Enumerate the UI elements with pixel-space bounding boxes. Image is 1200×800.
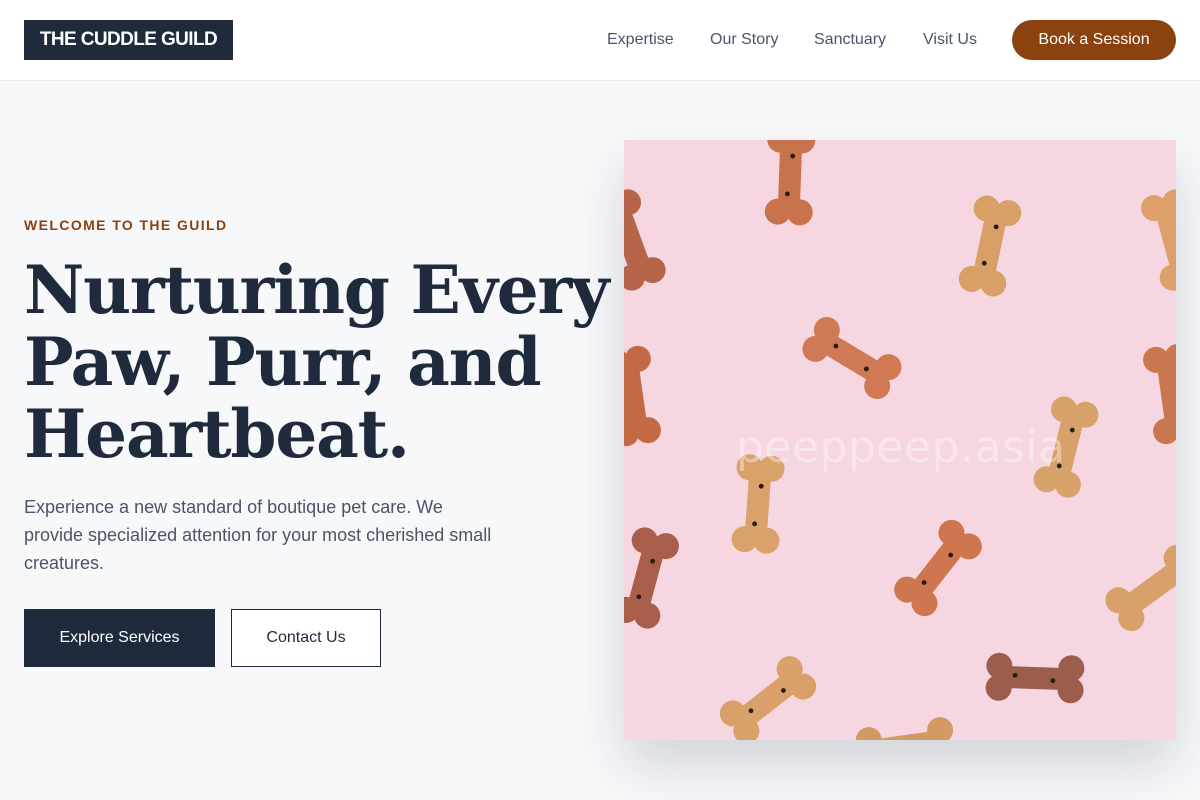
nav-link-our-story[interactable]: Our Story [710,30,778,50]
site-logo[interactable]: THE CUDDLE GUILD [24,20,233,60]
nav-link-expertise[interactable]: Expertise [607,30,674,50]
headline-line: Nurturing Every [24,251,609,329]
headline-line: Heartbeat. [24,395,410,473]
hero-eyebrow: WELCOME TO THE GUILD [24,217,228,233]
headline-line: Paw, Purr, and [24,323,542,401]
hero-headline: Nurturing Every Paw, Purr, and Heartbeat… [24,251,609,473]
top-nav: THE CUDDLE GUILD Expertise Our Story San… [0,0,1200,81]
hero-description: Experience a new standard of boutique pe… [24,497,492,573]
contact-us-button[interactable]: Contact Us [231,609,381,667]
explore-services-button[interactable]: Explore Services [24,609,215,667]
book-session-button[interactable]: Book a Session [1012,20,1176,60]
nav-link-sanctuary[interactable]: Sanctuary [814,30,886,50]
hero-image: peeppeep.asia [624,140,1176,740]
nav-link-visit-us[interactable]: Visit Us [923,30,977,50]
image-watermark: peeppeep.asia [736,422,1066,473]
